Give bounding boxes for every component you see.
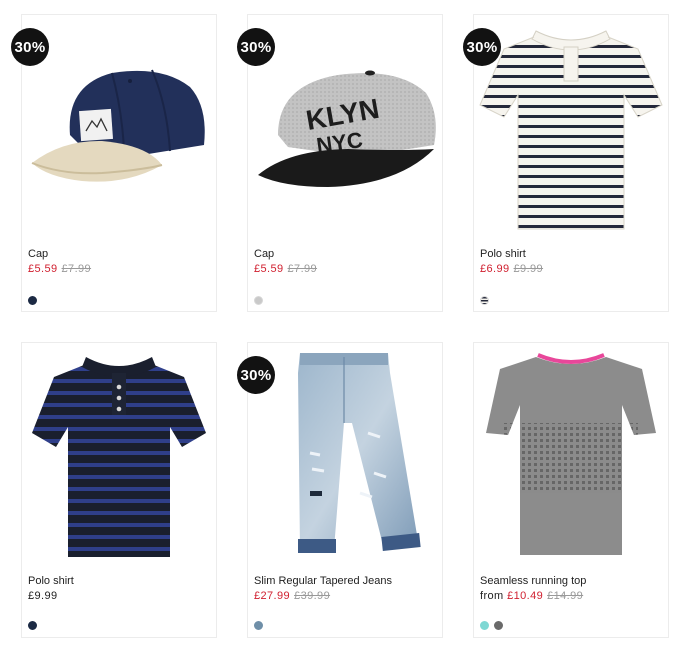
product-name[interactable]: Polo shirt: [480, 248, 526, 260]
product-card[interactable]: Seamless running top from £10.49 £14.99: [473, 342, 669, 638]
product-price: £5.59 £7.99: [28, 263, 91, 275]
discount-badge: 30%: [237, 356, 275, 394]
original-price: £7.99: [287, 263, 318, 275]
color-swatches: [480, 621, 503, 630]
grey-running-top-image[interactable]: [474, 343, 668, 569]
color-swatch-denim[interactable]: [254, 621, 263, 630]
product-name[interactable]: Cap: [254, 248, 274, 260]
regular-price: £9.99: [28, 590, 58, 602]
product-card[interactable]: 30% Polo shirt £6.99 £9.99: [463, 14, 669, 312]
color-swatch-navy[interactable]: [28, 296, 37, 305]
product-price: from £10.49 £14.99: [480, 590, 583, 602]
discount-badge: 30%: [237, 28, 275, 66]
color-swatch-grey[interactable]: [254, 296, 263, 305]
color-swatches: [28, 296, 37, 305]
sale-price: £27.99: [254, 590, 291, 602]
product-name[interactable]: Polo shirt: [28, 575, 74, 587]
sale-price: £5.59: [28, 263, 58, 275]
color-swatches: [254, 621, 263, 630]
distressed-jeans-image[interactable]: [248, 343, 442, 569]
price-prefix: from: [480, 590, 504, 602]
discount-badge: 30%: [463, 28, 501, 66]
sale-price: £5.59: [254, 263, 284, 275]
product-price: £9.99: [28, 590, 58, 602]
sale-price: £10.49: [507, 590, 544, 602]
color-swatches: [28, 621, 37, 630]
product-name[interactable]: Slim Regular Tapered Jeans: [254, 575, 392, 587]
product-grid: 30% Cap £5.59 £7.99 KLYN NYC 30% Cap £5.…: [0, 0, 692, 658]
color-swatch-dark-grey[interactable]: [494, 621, 503, 630]
product-card[interactable]: Polo shirt £9.99: [21, 342, 217, 638]
color-swatch-turquoise[interactable]: [480, 621, 489, 630]
navy-cap-image[interactable]: [22, 15, 216, 241]
original-price: £9.99: [513, 263, 544, 275]
product-card[interactable]: 30% Slim Regular Tapered Jeans £27.99 £39…: [237, 342, 443, 638]
sale-price: £6.99: [480, 263, 510, 275]
color-swatch-navy[interactable]: [28, 621, 37, 630]
product-card[interactable]: KLYN NYC 30% Cap £5.59 £7.99: [237, 14, 443, 312]
color-swatch-striped[interactable]: [480, 296, 489, 305]
original-price: £7.99: [61, 263, 92, 275]
grey-brooklyn-cap-image[interactable]: KLYN NYC: [248, 15, 442, 241]
product-price: £6.99 £9.99: [480, 263, 543, 275]
original-price: £39.99: [294, 590, 331, 602]
product-price: £5.59 £7.99: [254, 263, 317, 275]
striped-navy-polo-image[interactable]: [22, 343, 216, 569]
product-name[interactable]: Seamless running top: [480, 575, 586, 587]
discount-badge: 30%: [11, 28, 49, 66]
product-card[interactable]: 30% Cap £5.59 £7.99: [11, 14, 217, 312]
original-price: £14.99: [547, 590, 584, 602]
product-name[interactable]: Cap: [28, 248, 48, 260]
color-swatches: [480, 296, 489, 305]
product-price: £27.99 £39.99: [254, 590, 330, 602]
striped-white-polo-image[interactable]: [474, 15, 668, 241]
color-swatches: [254, 296, 263, 305]
